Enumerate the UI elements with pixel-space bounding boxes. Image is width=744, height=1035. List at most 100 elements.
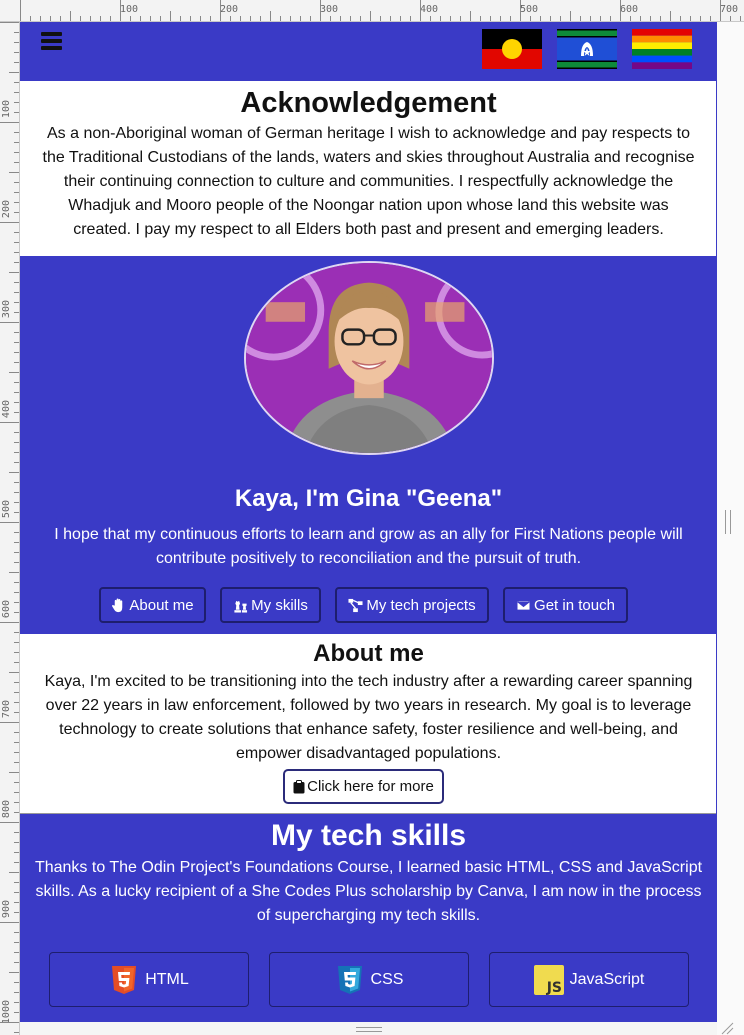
ruler-tick: [14, 362, 19, 363]
ruler-tick: [9, 72, 19, 73]
get-in-touch-button[interactable]: Get in touch: [503, 587, 628, 623]
resize-handle-right[interactable]: [725, 510, 731, 534]
ruler-tick: [14, 282, 19, 283]
ruler-tick: [9, 172, 19, 173]
ruler-tick: [14, 142, 19, 143]
ruler-tick: [190, 16, 191, 21]
my-skills-button[interactable]: My skills: [220, 587, 321, 623]
ruler-tick: [9, 672, 19, 673]
click-for-more-label: Click here for more: [307, 778, 434, 795]
ruler-tick: [470, 11, 471, 21]
hamburger-icon[interactable]: [41, 32, 62, 50]
ruler-tick: [14, 912, 19, 913]
ruler-tick: [14, 382, 19, 383]
ruler-tick: [14, 862, 19, 863]
ruler-tick: [410, 16, 411, 21]
ruler-label: 600: [620, 4, 639, 15]
skill-card-javascript[interactable]: JS JavaScript: [489, 952, 689, 1007]
ruler-tick: [690, 16, 691, 21]
aboriginal-flag: [482, 29, 542, 69]
ruler-tick: [90, 16, 91, 21]
rainbow-pride-flag: [632, 29, 692, 69]
ruler-tick: [14, 162, 19, 163]
ruler-tick: [230, 16, 231, 21]
ruler-tick: [380, 16, 381, 21]
ruler-tick: [370, 11, 371, 21]
click-for-more-button[interactable]: Click here for more: [283, 769, 444, 804]
ruler-tick: [14, 832, 19, 833]
resize-handle-bottom[interactable]: [356, 1027, 382, 1032]
skill-label-html: HTML: [145, 970, 189, 988]
ruler-tick: [280, 16, 281, 21]
torres-strait-islander-flag: [557, 29, 617, 69]
ruler-label: 800: [1, 800, 12, 819]
ruler-tick: [390, 16, 391, 21]
ruler-tick: [14, 552, 19, 553]
ruler-tick: [0, 922, 19, 923]
ruler-tick: [60, 16, 61, 21]
ruler-tick: [40, 16, 41, 21]
resize-corner-icon[interactable]: [720, 1022, 734, 1035]
ruler-label: 1000: [1, 1000, 12, 1025]
skill-card-css[interactable]: CSS: [269, 952, 469, 1007]
ruler-tick: [14, 782, 19, 783]
ruler-tick: [170, 11, 171, 21]
ruler-tick: [30, 16, 31, 21]
hero-greeting: Kaya, I'm Gina "Geena": [234, 485, 503, 512]
ruler-tick: [14, 682, 19, 683]
ruler-tick: [14, 802, 19, 803]
ruler-tick: [14, 342, 19, 343]
ruler-tick: [14, 602, 19, 603]
ruler-tick: [0, 22, 19, 23]
ruler-tick: [110, 16, 111, 21]
ruler-tick: [200, 16, 201, 21]
ruler-tick: [14, 132, 19, 133]
ruler-tick: [80, 16, 81, 21]
my-tech-projects-button[interactable]: My tech projects: [335, 587, 489, 623]
ruler-tick: [14, 332, 19, 333]
ruler-tick: [14, 592, 19, 593]
ruler-tick: [490, 16, 491, 21]
skill-card-html[interactable]: HTML: [49, 952, 249, 1007]
ruler-tick: [14, 452, 19, 453]
hero-button-row: About me My skills My tech projects Get …: [20, 587, 716, 624]
ruler-tick: [14, 232, 19, 233]
ruler-label: 400: [420, 4, 439, 15]
ruler-tick: [100, 16, 101, 21]
ruler-tick: [14, 702, 19, 703]
ruler-tick: [140, 16, 141, 21]
ruler-tick: [14, 962, 19, 963]
ruler-label: 100: [1, 100, 12, 119]
ruler-tick: [14, 252, 19, 253]
clipboard-icon: [293, 779, 305, 793]
ruler-tick: [530, 16, 531, 21]
ruler-tick: [14, 462, 19, 463]
ruler-tick: [420, 0, 421, 21]
ruler-label: 400: [1, 400, 12, 419]
hero-tagline: I hope that my continuous efforts to lea…: [54, 526, 683, 567]
ruler-tick: [14, 562, 19, 563]
ruler-tick: [14, 902, 19, 903]
ruler-tick: [710, 16, 711, 21]
ruler-tick: [14, 52, 19, 53]
ruler-tick: [330, 16, 331, 21]
ruler-tick: [360, 16, 361, 21]
ruler-tick: [640, 16, 641, 21]
ruler-tick: [14, 312, 19, 313]
ruler-tick: [680, 16, 681, 21]
ruler-tick: [70, 11, 71, 21]
ruler-tick: [9, 472, 19, 473]
ruler-tick: [0, 422, 19, 423]
ruler-tick: [0, 122, 19, 123]
svg-text:JS: JS: [545, 980, 561, 995]
ruler-tick: [0, 622, 19, 623]
ruler-tick: [630, 16, 631, 21]
ruler-tick: [290, 16, 291, 21]
ruler-tick: [0, 722, 19, 723]
about-me-button[interactable]: About me: [99, 587, 206, 623]
ruler-tick: [14, 92, 19, 93]
tech-skills-section: My tech skills Thanks to The Odin Projec…: [20, 814, 716, 1022]
ruler-tick: [510, 16, 511, 21]
ruler-tick: [340, 16, 341, 21]
ruler-tick: [310, 16, 311, 21]
